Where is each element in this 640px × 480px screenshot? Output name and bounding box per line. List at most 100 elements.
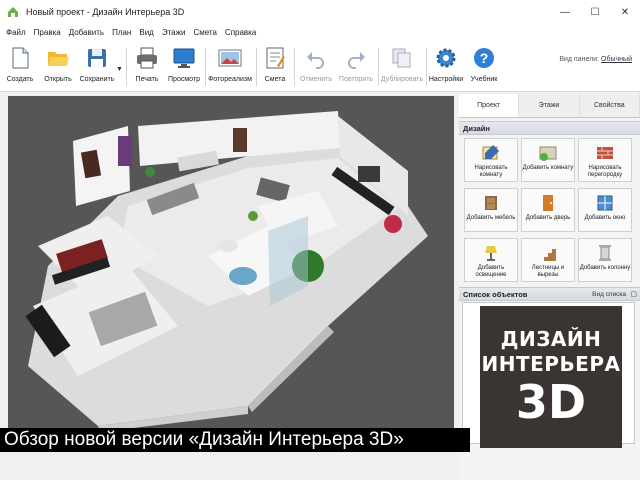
redo-button-label: Повторить [338,76,374,83]
add-furniture-button[interactable]: Добавить мебель [464,188,518,232]
draw-room-icon [482,145,499,160]
floor-plan-3d-render [25,111,428,430]
close-button[interactable]: ✕ [610,0,640,24]
tab-project[interactable]: Проект [459,94,520,117]
stairs-button[interactable]: Лестницы и вырезы [521,238,575,282]
printer-icon [137,47,157,69]
menu-help[interactable]: Справка [221,28,260,37]
save-dropdown-arrow[interactable]: ▼ [116,66,123,73]
window-controls: — ☐ ✕ [550,0,640,24]
objects-list-title: Список объектов [463,289,528,299]
add-furniture-label: Добавить мебель [466,215,516,221]
add-column-button[interactable]: Добавить колонну [578,238,632,282]
add-window-button[interactable]: Добавить окно [578,188,632,232]
menu-estimate[interactable]: Смета [189,28,220,37]
maximize-button[interactable]: ☐ [580,0,610,24]
menu-bar: Файл Правка Добавить План Вид Этажи Смет… [0,24,640,40]
promo-3d: 3D [515,374,587,429]
toolbar: Создать Открыть Сохранить ▼ Печать Просм… [0,40,640,92]
tutorial-button-label: Учебник [470,76,498,83]
add-door-button[interactable]: Добавить дверь [521,188,575,232]
photorealism-button[interactable]: Фотореализм [208,46,252,90]
panel-view-label: Вид панели: [559,56,600,63]
new-document-icon [12,47,29,69]
menu-view[interactable]: Вид [135,28,157,37]
column-icon [599,245,611,261]
side-panel-tabs: Проект Этажи Свойства [459,94,640,118]
menu-plan[interactable]: План [108,28,135,37]
redo-button[interactable]: Повторить [338,46,374,90]
toolbar-separator [126,48,127,86]
app-window: Новый проект - Дизайн Интерьера 3D — ☐ ✕… [0,0,640,480]
wall-icon [597,147,613,159]
preview-button-label: Просмотр [168,76,200,83]
tab-floors[interactable]: Этажи [519,94,580,117]
3d-viewport[interactable] [8,96,454,430]
save-button-label: Сохранить [79,76,115,83]
photorealism-button-label: Фотореализм [208,76,252,83]
lamp-icon [485,246,497,261]
print-button[interactable]: Печать [134,46,160,90]
estimate-icon [266,47,285,69]
estimate-button[interactable]: Смета [262,46,288,90]
draw-room-button[interactable]: Нарисовать комнату [464,138,518,182]
undo-button[interactable]: Отменить [298,46,334,90]
open-button[interactable]: Открыть [42,46,74,90]
settings-button[interactable]: Настройки [429,46,463,90]
minimize-button[interactable]: — [550,0,580,24]
print-button-label: Печать [135,76,159,83]
door-icon [543,195,553,211]
video-caption: Обзор новой версии «Дизайн Интерьера 3D» [0,428,470,452]
add-lighting-label: Добавить освещение [475,265,507,278]
promo-line-2: ИНТЕРЬЕРА [481,351,621,376]
svg-text:?: ? [480,50,489,66]
list-view-toggle[interactable]: Вид списка [592,291,626,298]
tutorial-button[interactable]: ? Учебник [468,46,500,90]
save-button[interactable]: Сохранить [80,46,114,90]
menu-floors[interactable]: Этажи [158,28,190,37]
add-door-label: Добавить дверь [525,215,571,221]
undo-icon [307,52,324,69]
panel-close-icon[interactable]: ▢ [630,290,637,298]
gear-icon [436,48,456,68]
panel-view-selector[interactable]: Вид панели: Обычный [559,56,632,63]
new-button[interactable]: Создать [6,46,34,90]
add-room-button[interactable]: Добавить комнату [521,138,575,182]
undo-button-label: Отменить [300,76,332,83]
objects-list-header: Список объектов Вид списка ▢ [459,287,640,301]
duplicate-icon [392,48,411,68]
add-window-label: Добавить окно [584,215,626,221]
menu-add[interactable]: Добавить [65,28,108,37]
toolbar-separator [294,48,295,86]
menu-file[interactable]: Файл [2,28,30,37]
add-room-icon [539,146,557,161]
new-button-label: Создать [6,76,34,83]
title-bar: Новый проект - Дизайн Интерьера 3D — ☐ ✕ [0,0,640,24]
furniture-icon [485,196,497,210]
window-title: Новый проект - Дизайн Интерьера 3D [26,7,185,17]
duplicate-button-label: Дублировать [380,76,424,83]
floppy-disk-icon [88,49,106,67]
toolbar-separator [426,48,427,86]
toolbar-separator [205,48,206,86]
tab-properties[interactable]: Свойства [579,94,640,117]
draw-room-label: Нарисовать комнату [474,165,508,178]
duplicate-button[interactable]: Дублировать [380,46,424,90]
toolbar-separator [256,48,257,86]
folder-open-icon [48,52,69,66]
photo-icon [218,49,242,67]
add-lighting-button[interactable]: Добавить освещение [464,238,518,282]
toolbar-separator [378,48,379,86]
help-icon: ? [474,48,494,68]
design-section-header: Дизайн [459,121,640,135]
add-column-label: Добавить колонну [579,265,631,271]
stairs-icon [540,249,556,261]
draw-wall-button[interactable]: Нарисовать перегородку [578,138,632,182]
panel-view-value[interactable]: Обычный [601,56,632,63]
promo-logo: ДИЗАЙН ИНТЕРЬЕРА 3D [480,306,622,448]
redo-icon [348,52,365,69]
draw-wall-label: Нарисовать перегородку [587,165,623,178]
preview-button[interactable]: Просмотр [168,46,200,90]
design-section-title: Дизайн [463,123,490,133]
menu-edit[interactable]: Правка [30,28,65,37]
